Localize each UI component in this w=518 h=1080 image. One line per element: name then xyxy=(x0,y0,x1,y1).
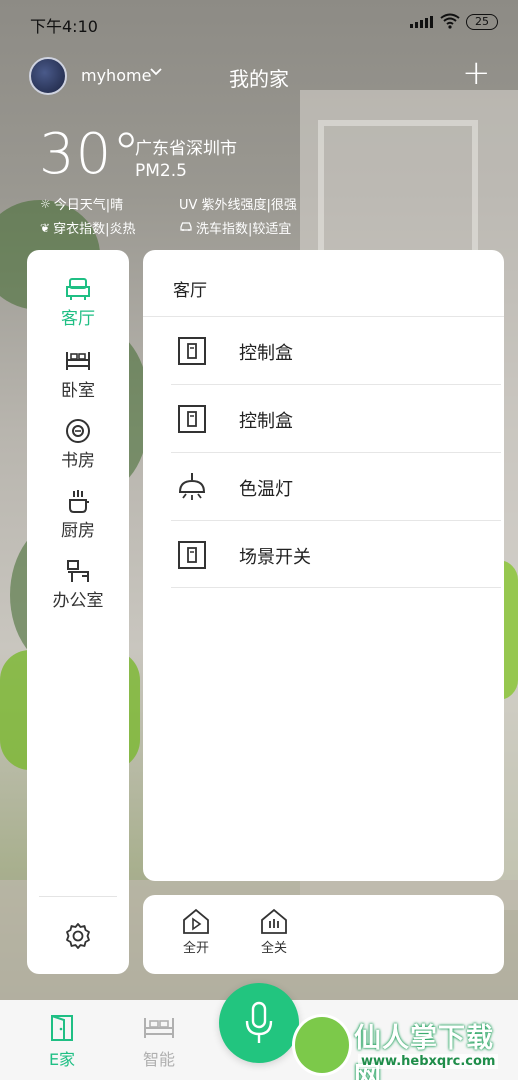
room-label: 卧室 xyxy=(61,381,95,401)
quick-actions: 全开 全关 xyxy=(143,895,504,974)
all-on-button[interactable]: 全开 xyxy=(171,907,221,956)
office-icon xyxy=(67,560,89,582)
watermark-text: 仙人掌下载网 xyxy=(354,1023,494,1080)
page-title: 我的家 xyxy=(229,67,289,91)
temperature: 30° xyxy=(39,122,142,187)
wifi-icon xyxy=(440,13,460,33)
all-off-button[interactable]: 全关 xyxy=(249,907,299,956)
sun-icon: ☼ xyxy=(40,196,51,211)
weather-uv: UV 紫外线强度|很强 xyxy=(179,194,297,213)
room-sidebar: 客厅 卧室 书房 厨房 办公室 xyxy=(27,250,129,974)
switch-box-icon xyxy=(178,541,206,569)
switch-box-icon xyxy=(178,337,206,365)
weather-carwash: 洗车指数|较适宜 xyxy=(179,218,291,237)
tab-ehome[interactable]: E家 xyxy=(32,1014,92,1070)
cactus-logo xyxy=(292,1014,352,1076)
voice-button[interactable] xyxy=(219,983,299,1063)
watermark-url: www.hebxqrc.com xyxy=(358,1054,499,1069)
ceiling-lamp-icon xyxy=(178,473,206,500)
tab-label: 智能 xyxy=(142,1050,175,1069)
battery-icon: 25 xyxy=(466,14,498,30)
car-icon xyxy=(179,220,193,235)
room-item-kitchen[interactable]: 厨房 xyxy=(27,488,129,541)
gear-icon[interactable] xyxy=(64,922,92,950)
all-on-label: 全开 xyxy=(182,941,209,956)
device-name: 控制盒 xyxy=(239,411,293,432)
room-item-bedroom[interactable]: 卧室 xyxy=(27,348,129,401)
microphone-icon xyxy=(245,1001,273,1043)
room-item-living-room[interactable]: 客厅 xyxy=(27,276,129,329)
room-label: 书房 xyxy=(61,451,95,471)
home-header: myhome 我的家 + xyxy=(0,53,518,99)
device-item[interactable]: 色温灯 xyxy=(143,453,504,520)
kitchen-icon xyxy=(69,490,89,513)
room-item-office[interactable]: 办公室 xyxy=(27,558,129,611)
switch-box-icon xyxy=(178,405,206,433)
weather-uv-text: UV 紫外线强度|很强 xyxy=(179,198,297,213)
sidebar-divider xyxy=(39,896,117,897)
study-icon xyxy=(66,419,90,443)
room-label: 厨房 xyxy=(61,521,95,541)
weather-today: ☼ 今日天气|晴 xyxy=(40,194,124,214)
device-name: 场景开关 xyxy=(239,547,311,568)
add-button[interactable]: + xyxy=(462,53,491,93)
bed-icon xyxy=(66,352,90,370)
device-name: 控制盒 xyxy=(239,343,293,364)
all-off-label: 全关 xyxy=(260,941,287,956)
sofa-icon xyxy=(66,278,90,300)
weather-carwash-text: 洗车指数|较适宜 xyxy=(196,222,292,237)
device-name: 色温灯 xyxy=(239,479,293,500)
status-bar: 下午4:10 25 xyxy=(0,0,518,46)
room-label: 办公室 xyxy=(52,591,104,611)
room-item-study[interactable]: 书房 xyxy=(27,418,129,471)
weather-today-text: 今日天气|晴 xyxy=(53,198,124,213)
pm25-label: PM2.5 xyxy=(135,161,187,181)
room-label: 客厅 xyxy=(61,309,95,329)
bed-icon xyxy=(144,1018,174,1038)
divider xyxy=(171,587,501,588)
status-time: 下午4:10 xyxy=(30,17,98,36)
tab-smart[interactable]: 智能 xyxy=(129,1014,189,1070)
watermark: 仙人掌下载网 www.hebxqrc.com xyxy=(292,1010,518,1080)
signal-icon xyxy=(410,16,433,28)
device-item[interactable]: 控制盒 xyxy=(143,317,504,384)
device-item[interactable]: 场景开关 xyxy=(143,521,504,588)
leaf-icon: ❦ xyxy=(40,220,51,235)
door-icon xyxy=(51,1015,73,1041)
home-play-icon xyxy=(183,908,209,934)
tab-label: E家 xyxy=(48,1050,76,1069)
device-panel: 客厅 控制盒 控制盒 色温灯 场景开关 xyxy=(143,250,504,881)
location: 广东省深圳市 xyxy=(135,139,237,159)
panel-title: 客厅 xyxy=(173,281,207,301)
weather-dressing-text: 穿衣指数|炎热 xyxy=(53,222,136,237)
device-item[interactable]: 控制盒 xyxy=(143,385,504,452)
home-off-icon xyxy=(261,908,287,934)
weather-dressing: ❦ 穿衣指数|炎热 xyxy=(40,218,136,238)
